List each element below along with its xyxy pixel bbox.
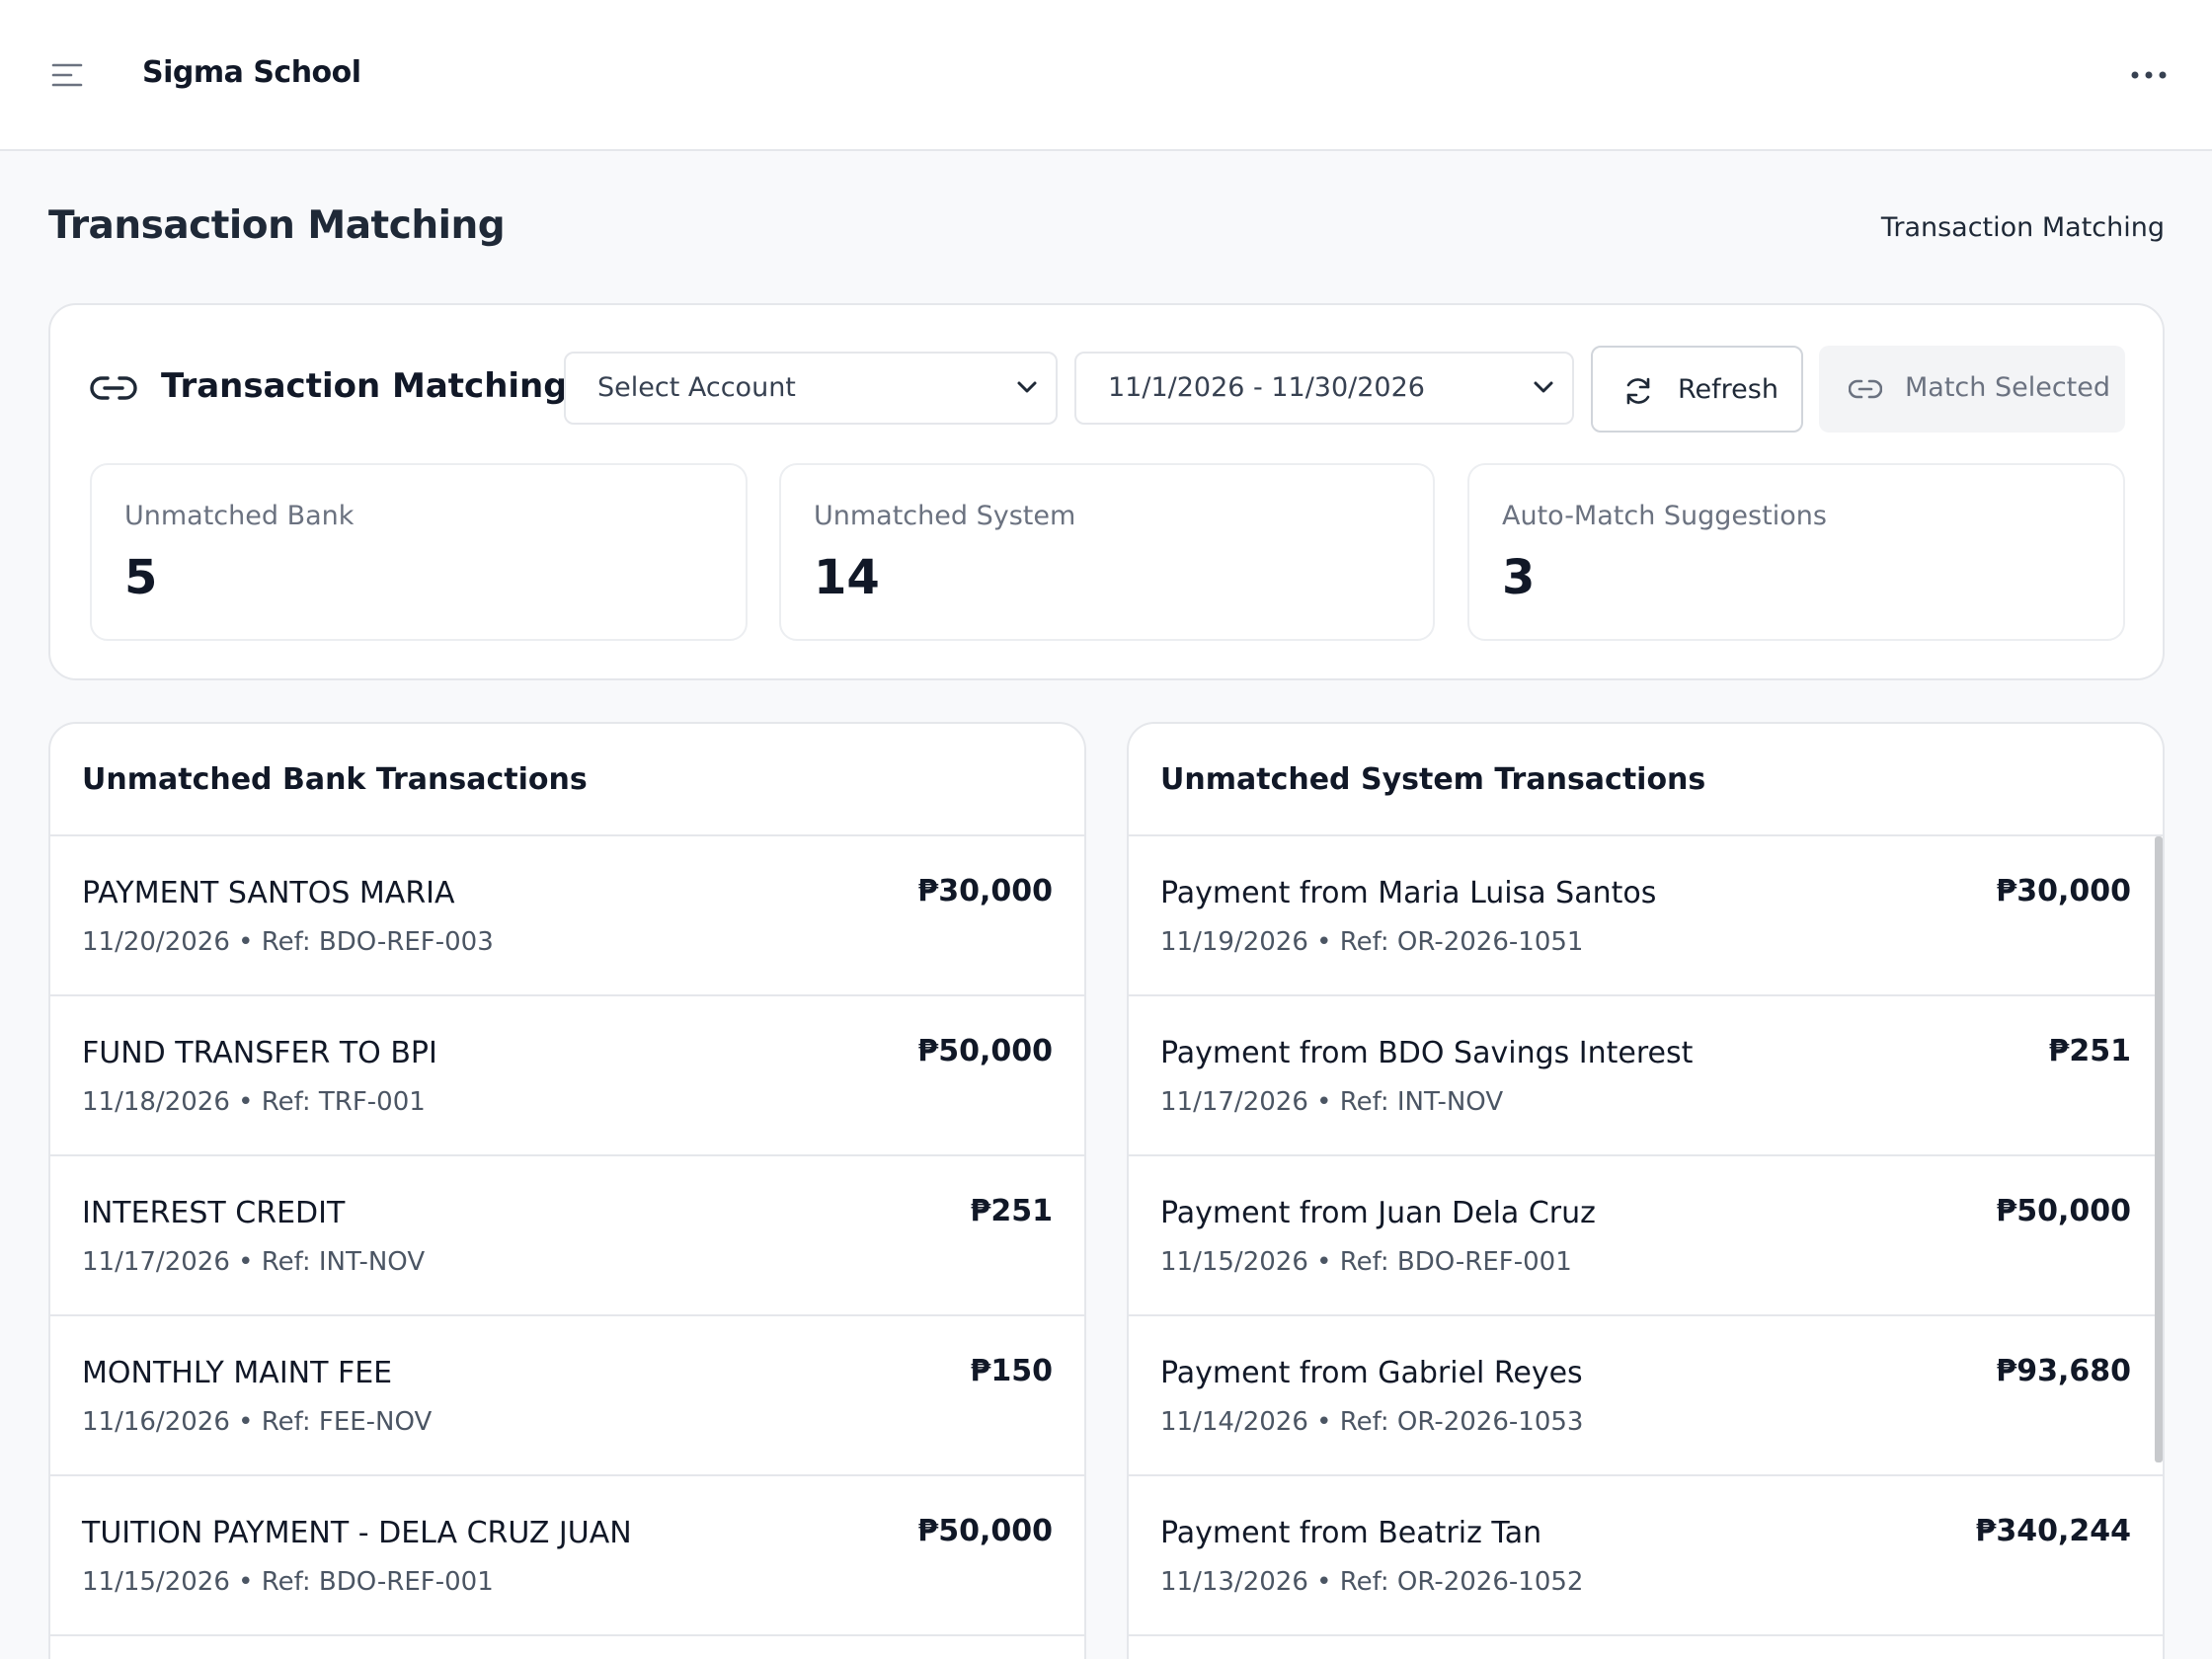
system-transaction-row[interactable]: Payment from Maria Luisa Santos 11/19/20… xyxy=(1129,836,2163,996)
link-icon xyxy=(1849,379,1882,399)
transaction-amount: ₱30,000 xyxy=(1996,874,2131,908)
match-selected-button-label: Match Selected xyxy=(1905,372,2111,403)
stat-label: Unmatched System xyxy=(814,501,1076,531)
stat-card-unmatched-system: Unmatched System 14 xyxy=(779,463,1435,641)
bank-transaction-row[interactable]: MONTHLY MAINT FEE 11/16/2026 • Ref: FEE-… xyxy=(50,1316,1084,1476)
transaction-description: TUITION PAYMENT - DELA CRUZ JUAN xyxy=(82,1516,632,1550)
transaction-amount: ₱50,000 xyxy=(917,1514,1053,1548)
transaction-description: Payment from Maria Luisa Santos xyxy=(1160,876,1657,910)
transaction-meta: 11/14/2026 • Ref: OR-2026-1053 xyxy=(1160,1407,1584,1437)
transaction-meta: 11/17/2026 • Ref: INT-NOV xyxy=(82,1247,426,1277)
transaction-description: PAYMENT SANTOS MARIA xyxy=(82,876,455,910)
transaction-meta: 11/15/2026 • Ref: BDO-REF-001 xyxy=(1160,1247,1572,1277)
system-transaction-row[interactable]: Payment from BDO Savings Interest 11/17/… xyxy=(1129,996,2163,1156)
account-select-value: Select Account xyxy=(597,372,796,403)
top-bar: Sigma School xyxy=(0,0,2212,151)
refresh-icon xyxy=(1626,377,1650,405)
transaction-meta: 11/17/2026 • Ref: INT-NOV xyxy=(1160,1087,1504,1117)
stat-card-auto-match-suggestions: Auto-Match Suggestions 3 xyxy=(1467,463,2125,641)
menu-icon[interactable] xyxy=(51,61,83,89)
stat-value: 3 xyxy=(1502,550,1536,605)
breadcrumb[interactable]: Transaction Matching xyxy=(1881,212,2165,243)
transaction-description: MONTHLY MAINT FEE xyxy=(82,1356,393,1390)
match-selected-button[interactable]: Match Selected xyxy=(1819,346,2125,433)
transaction-amount: ₱30,000 xyxy=(917,874,1053,908)
chevron-down-icon xyxy=(1534,381,1553,393)
system-transaction-row[interactable]: Payment from Juan Dela Cruz 11/15/2026 •… xyxy=(1129,1156,2163,1316)
transaction-description: Payment from Juan Dela Cruz xyxy=(1160,1196,1596,1230)
transaction-description: Payment from Beatriz Tan xyxy=(1160,1516,1542,1550)
page-title: Transaction Matching xyxy=(48,203,506,248)
panel-title: Unmatched Bank Transactions xyxy=(50,724,1084,836)
date-range-value: 11/1/2026 - 11/30/2026 xyxy=(1108,372,1425,403)
system-transactions-panel: Unmatched System Transactions Payment fr… xyxy=(1127,722,2165,1659)
system-transaction-row[interactable]: Payment from Beatriz Tan 11/13/2026 • Re… xyxy=(1129,1476,2163,1636)
refresh-button-label: Refresh xyxy=(1678,374,1778,405)
bank-transaction-row[interactable]: INTEREST CREDIT 11/17/2026 • Ref: INT-NO… xyxy=(50,1156,1084,1316)
stat-label: Auto-Match Suggestions xyxy=(1502,501,1827,531)
bank-transaction-row[interactable]: FUND TRANSFER TO BPI 11/18/2026 • Ref: T… xyxy=(50,996,1084,1156)
system-transaction-row[interactable]: Payment from Gabriel Reyes 11/14/2026 • … xyxy=(1129,1316,2163,1476)
transaction-amount: ₱50,000 xyxy=(1996,1194,2131,1228)
link-icon xyxy=(90,376,137,400)
transaction-amount: ₱150 xyxy=(970,1354,1054,1388)
refresh-button[interactable]: Refresh xyxy=(1591,346,1803,433)
bank-transaction-row[interactable]: PAYMENT SANTOS MARIA 11/20/2026 • Ref: B… xyxy=(50,836,1084,996)
stat-label: Unmatched Bank xyxy=(124,501,355,531)
chevron-down-icon xyxy=(1017,381,1037,393)
matching-controls-card: Transaction Matching Select Account 11/1… xyxy=(48,303,2165,680)
brand-name: Sigma School xyxy=(142,55,361,90)
bank-transactions-panel: Unmatched Bank Transactions PAYMENT SANT… xyxy=(48,722,1086,1659)
transaction-amount: ₱93,680 xyxy=(1996,1354,2131,1388)
transaction-description: Payment from BDO Savings Interest xyxy=(1160,1036,1694,1070)
system-panel-scrollbar[interactable] xyxy=(2155,836,2163,1462)
transaction-meta: 11/15/2026 • Ref: BDO-REF-001 xyxy=(82,1567,494,1597)
stat-card-unmatched-bank: Unmatched Bank 5 xyxy=(90,463,748,641)
transaction-amount: ₱251 xyxy=(970,1194,1054,1228)
date-range-select[interactable]: 11/1/2026 - 11/30/2026 xyxy=(1074,352,1574,425)
transaction-meta: 11/18/2026 • Ref: TRF-001 xyxy=(82,1087,426,1117)
transaction-description: FUND TRANSFER TO BPI xyxy=(82,1036,437,1070)
transaction-amount: ₱340,244 xyxy=(1975,1514,2131,1548)
matching-card-title: Transaction Matching xyxy=(161,366,568,406)
more-horizontal-icon[interactable] xyxy=(2129,61,2169,89)
transaction-meta: 11/13/2026 • Ref: OR-2026-1052 xyxy=(1160,1567,1584,1597)
transaction-description: INTEREST CREDIT xyxy=(82,1196,346,1230)
stat-value: 5 xyxy=(124,550,158,605)
account-select[interactable]: Select Account xyxy=(564,352,1058,425)
transaction-meta: 11/16/2026 • Ref: FEE-NOV xyxy=(82,1407,433,1437)
transaction-amount: ₱251 xyxy=(2048,1034,2132,1068)
transaction-meta: 11/19/2026 • Ref: OR-2026-1051 xyxy=(1160,927,1584,957)
bank-transaction-row[interactable]: TUITION PAYMENT - DELA CRUZ JUAN 11/15/2… xyxy=(50,1476,1084,1636)
transaction-amount: ₱50,000 xyxy=(917,1034,1053,1068)
panel-title: Unmatched System Transactions xyxy=(1129,724,2163,836)
transaction-meta: 11/20/2026 • Ref: BDO-REF-003 xyxy=(82,927,494,957)
stat-value: 14 xyxy=(814,550,880,605)
transaction-description: Payment from Gabriel Reyes xyxy=(1160,1356,1583,1390)
